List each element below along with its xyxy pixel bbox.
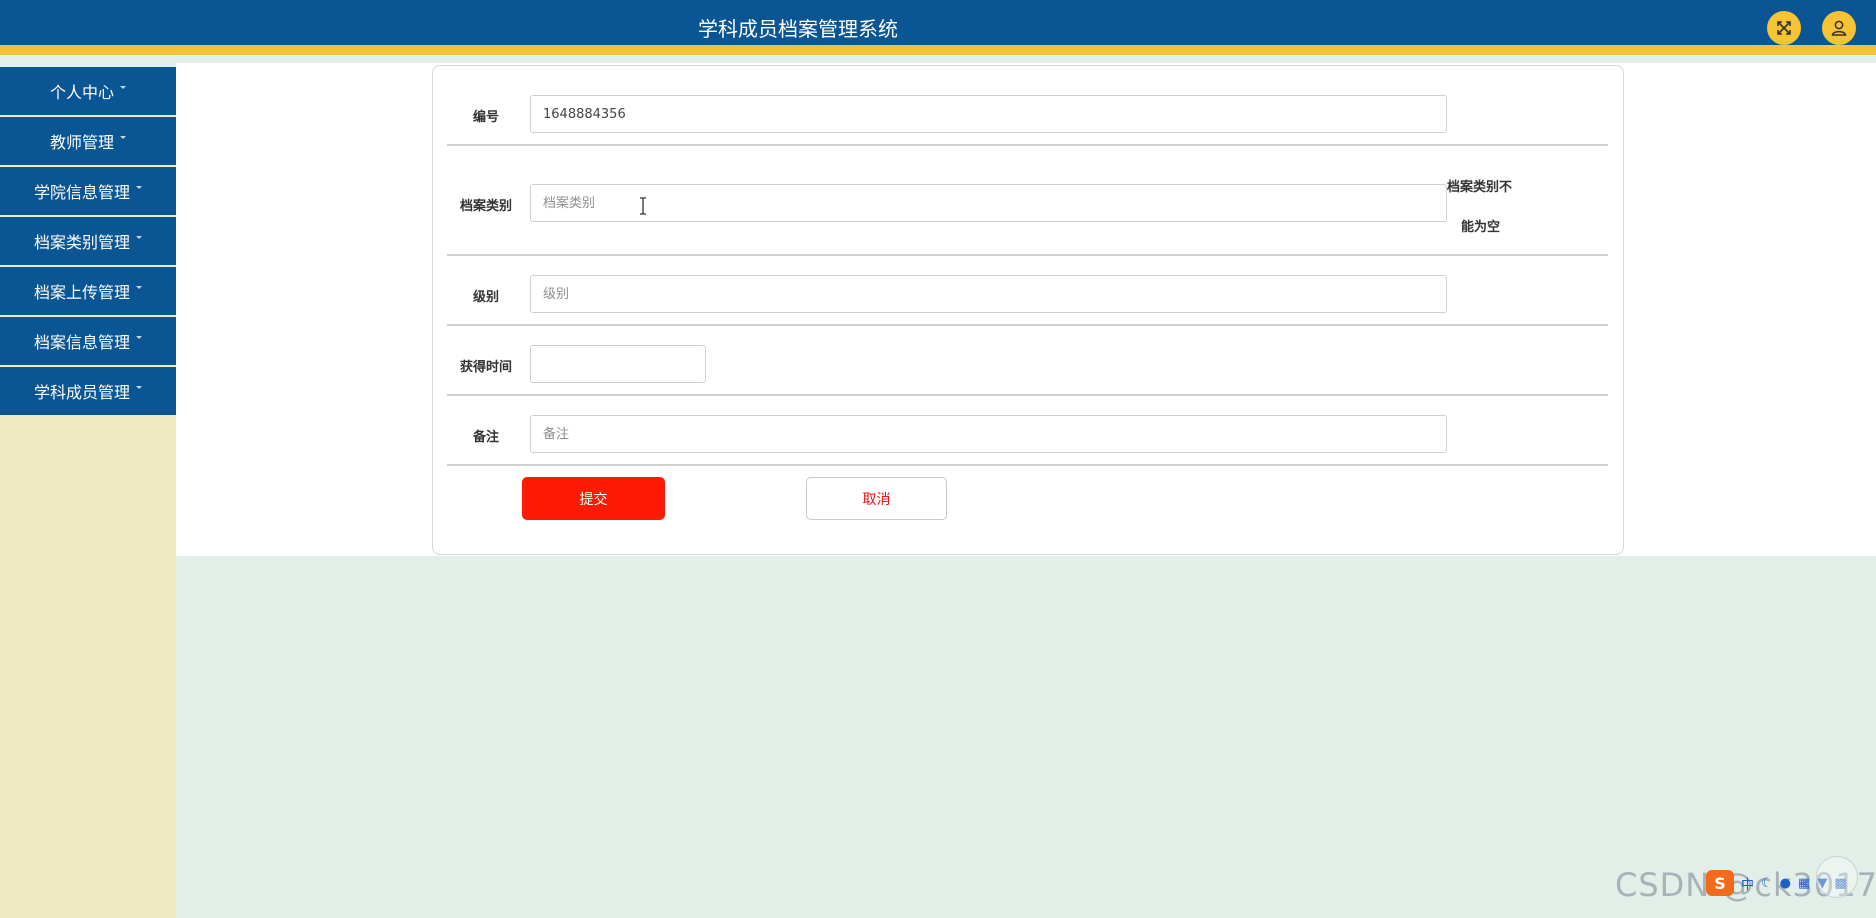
archive-category-input[interactable] <box>530 184 1447 222</box>
remark-input[interactable] <box>530 415 1447 453</box>
moon-icon[interactable]: ☾ <box>1761 876 1773 891</box>
header-accent-stripe <box>0 45 1876 55</box>
chevron-down-icon <box>136 235 142 239</box>
form-row-remark: 备注 <box>447 396 1608 466</box>
chevron-down-icon <box>136 285 142 289</box>
form-row-archive-category: 档案类别 <box>447 146 1608 256</box>
sidebar-item-label: 档案上传管理 <box>33 283 130 302</box>
floating-action-circle[interactable] <box>1816 856 1858 898</box>
form-row-id: 编号 <box>447 84 1608 146</box>
chevron-down-icon <box>136 185 142 189</box>
sidebar-item-archive-category-management[interactable]: 档案类别管理 <box>0 217 176 265</box>
cancel-button[interactable]: 取消 <box>806 477 947 520</box>
top-bar: 学科成员档案管理系统 <box>0 0 1876 55</box>
sidebar-item-label: 个人中心 <box>49 83 114 102</box>
sidebar-item-personal-center[interactable]: 个人中心 <box>0 67 176 115</box>
sidebar: 个人中心 教师管理 学院信息管理 档案类别管理 档案上传管理 档案信息管理 学科… <box>0 67 176 918</box>
field-label-remark: 备注 <box>472 430 499 445</box>
sidebar-item-archive-upload-management[interactable]: 档案上传管理 <box>0 267 176 315</box>
validation-error-line2: 能为空 <box>1461 220 1501 235</box>
sidebar-item-archive-info-management[interactable]: 档案信息管理 <box>0 317 176 365</box>
chevron-down-icon <box>120 135 126 139</box>
field-label-obtained-time: 获得时间 <box>459 360 512 375</box>
validation-error-line1: 档案类别不 <box>1447 180 1513 195</box>
level-input[interactable] <box>530 275 1447 313</box>
sidebar-item-member-management[interactable]: 学科成员管理 <box>0 367 176 415</box>
field-label-id: 编号 <box>472 110 499 125</box>
chevron-down-icon <box>136 385 142 389</box>
field-label-archive-category: 档案类别 <box>459 199 512 214</box>
sidebar-item-college-info-management[interactable]: 学院信息管理 <box>0 167 176 215</box>
keyboard-icon[interactable]: ▦ <box>1798 876 1810 891</box>
id-input[interactable] <box>530 95 1447 133</box>
ime-logo-icon: S <box>1706 870 1734 896</box>
user-profile-button[interactable] <box>1822 11 1856 45</box>
form-row-obtained-time: 获得时间 <box>447 326 1608 396</box>
obtained-time-input[interactable] <box>530 345 706 383</box>
mic-icon[interactable]: ● <box>1780 876 1791 891</box>
sidebar-item-label: 档案信息管理 <box>33 333 130 352</box>
form-row-level: 级别 <box>447 256 1608 326</box>
fullscreen-icon <box>1777 21 1791 35</box>
text-cursor-icon <box>640 197 646 215</box>
sidebar-item-label: 教师管理 <box>49 133 114 152</box>
sidebar-item-label: 学科成员管理 <box>33 383 130 402</box>
field-label-level: 级别 <box>472 290 499 305</box>
sidebar-item-label: 档案类别管理 <box>33 233 130 252</box>
submit-button[interactable]: 提交 <box>522 477 665 520</box>
ime-mode-indicator[interactable]: 中 <box>1741 874 1754 893</box>
fullscreen-button[interactable] <box>1767 11 1801 45</box>
chevron-down-icon <box>136 335 142 339</box>
chevron-down-icon <box>120 85 126 89</box>
sidebar-item-label: 学院信息管理 <box>33 183 130 202</box>
user-icon <box>1831 20 1847 36</box>
sidebar-item-teacher-management[interactable]: 教师管理 <box>0 117 176 165</box>
